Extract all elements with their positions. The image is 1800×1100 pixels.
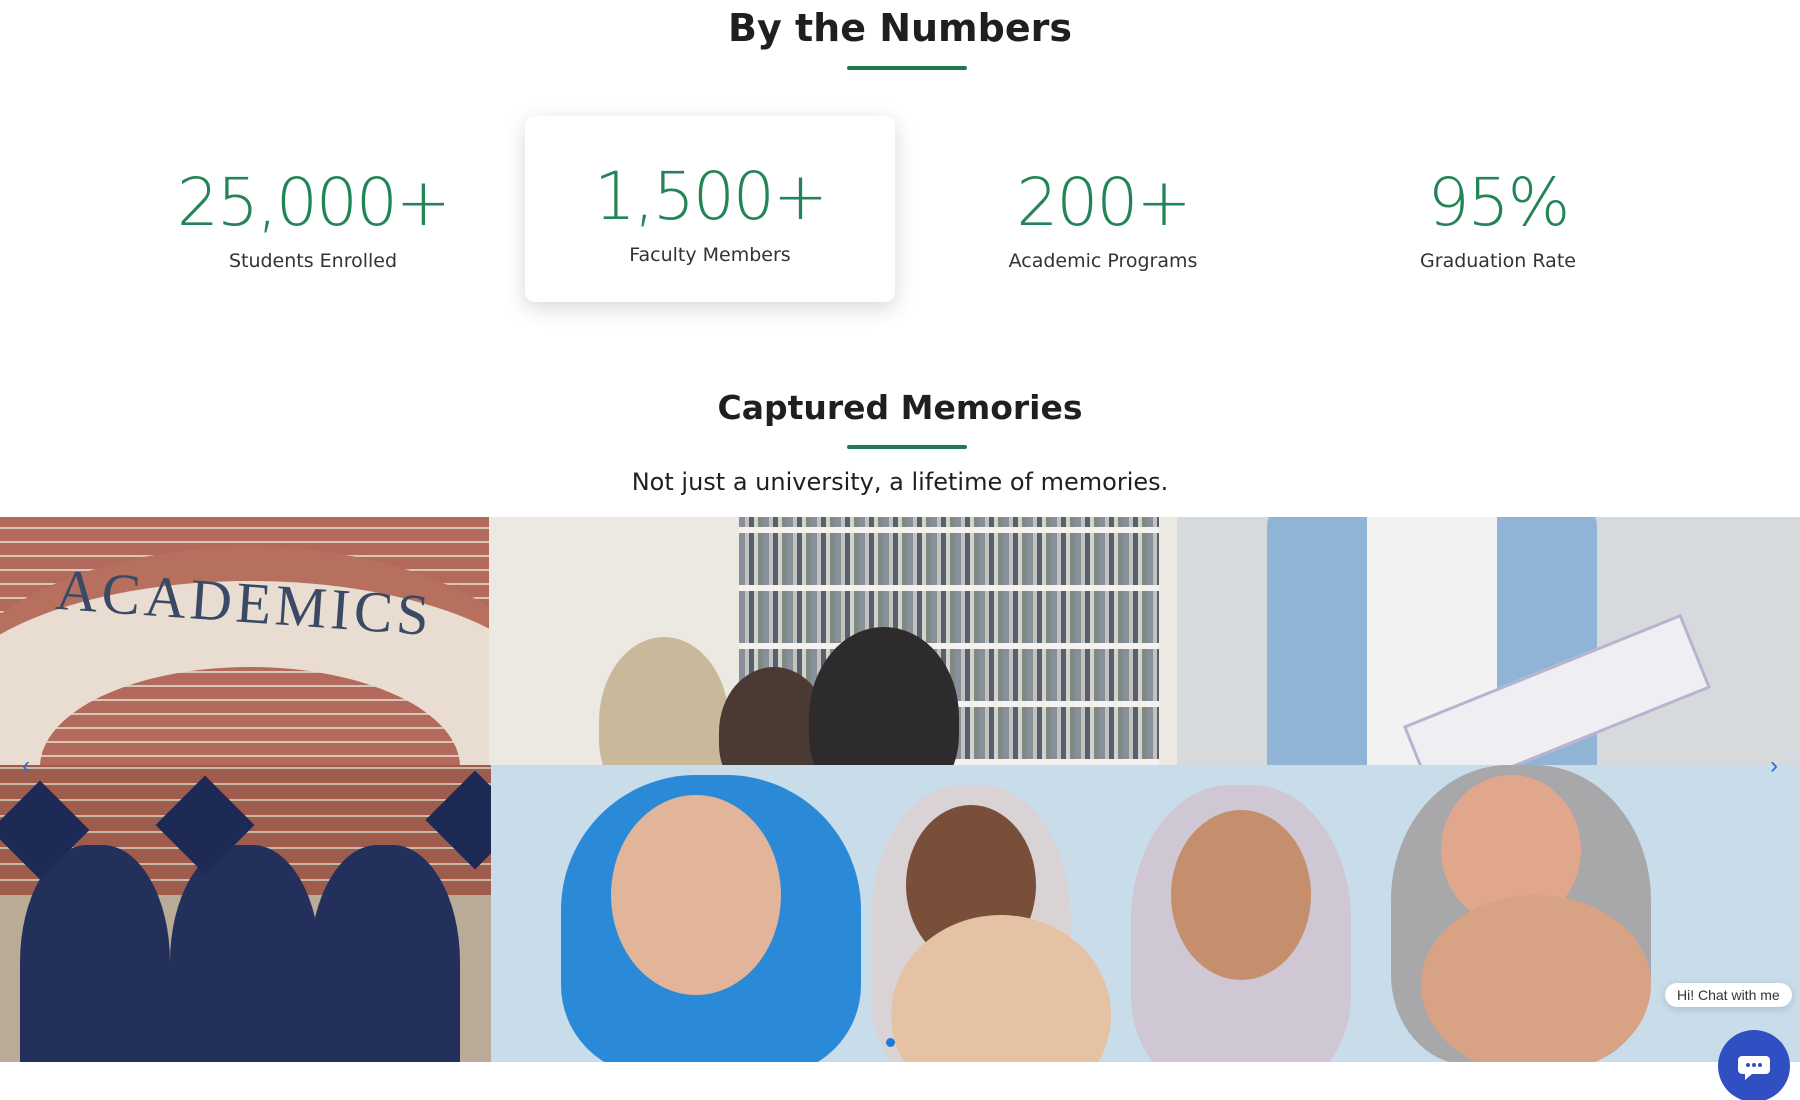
chat-prompt-bubble[interactable]: Hi! Chat with me xyxy=(1665,983,1792,1007)
stat-value: 1,500+ xyxy=(593,158,828,235)
graduate-figure xyxy=(170,845,320,1062)
carousel-next-arrow-icon[interactable]: › xyxy=(1770,752,1778,780)
stat-programs: 200+ Academic Programs xyxy=(918,164,1288,273)
title-underline xyxy=(847,445,967,449)
stat-value: 95% xyxy=(1427,164,1571,241)
captured-memories-title: Captured Memories xyxy=(717,388,1083,427)
memories-gallery: ACADEMICS xyxy=(0,517,1800,1062)
graduate-figure xyxy=(310,845,460,1062)
memories-tagline: Not just a university, a lifetime of mem… xyxy=(631,468,1169,496)
person-face xyxy=(611,795,781,995)
stat-graduation: 95% Graduation Rate xyxy=(1313,164,1683,273)
chat-bubble-icon xyxy=(1738,1056,1770,1080)
stat-label: Graduation Rate xyxy=(1420,250,1576,272)
stat-students: 25,000+ Students Enrolled xyxy=(128,164,498,273)
gallery-photo-graduates[interactable] xyxy=(0,765,491,1062)
gallery-photo-group-celebrating[interactable] xyxy=(491,765,1800,1062)
stat-faculty: 1,500+ Faculty Members xyxy=(525,116,895,302)
carousel-indicator-dot[interactable] xyxy=(886,1038,895,1047)
stat-label: Faculty Members xyxy=(629,244,791,266)
title-underline xyxy=(847,66,967,70)
person-face xyxy=(1171,810,1311,980)
graduate-figure xyxy=(20,845,170,1062)
gallery-photo-library-students[interactable] xyxy=(489,517,1177,765)
stats-row: 25,000+ Students Enrolled 1,500+ Faculty… xyxy=(0,110,1800,310)
stat-label: Students Enrolled xyxy=(228,250,398,272)
stat-value: 200+ xyxy=(1016,164,1191,241)
carousel-prev-arrow-icon[interactable]: ‹ xyxy=(22,752,30,780)
gallery-photo-student-with-books[interactable] xyxy=(1177,517,1800,765)
chat-launcher-button[interactable] xyxy=(1718,1030,1790,1100)
gallery-photo-academics-arch[interactable]: ACADEMICS xyxy=(0,517,489,765)
by-the-numbers-title: By the Numbers xyxy=(728,6,1072,50)
stat-value: 25,000+ xyxy=(176,164,451,241)
student-figure xyxy=(599,637,729,765)
stat-label: Academic Programs xyxy=(1008,250,1198,272)
person-face xyxy=(1421,895,1651,1062)
